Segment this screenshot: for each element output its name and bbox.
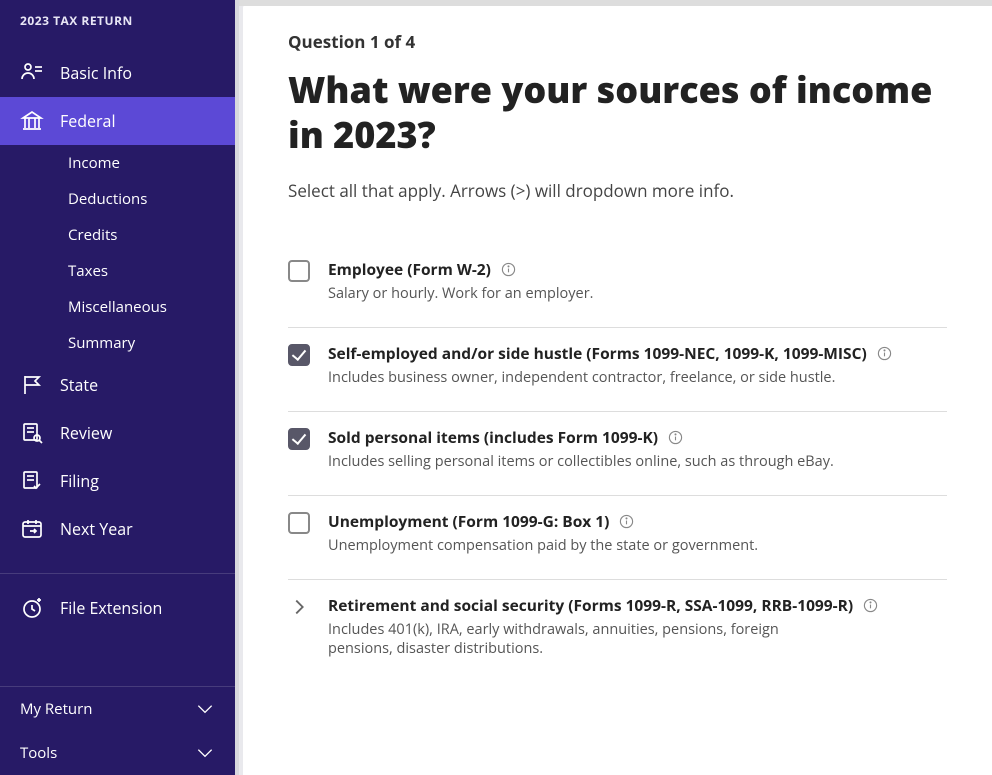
nav-label: Next Year [60, 518, 133, 540]
sidebar-item-state[interactable]: State [0, 361, 235, 409]
option-body: Sold personal items (includes Form 1099-… [328, 426, 947, 471]
subnav-item-income[interactable]: Income [0, 145, 235, 181]
option-body: Unemployment (Form 1099-G: Box 1) Unempl… [328, 510, 947, 555]
sidebar-footer: My Return Tools [0, 686, 235, 775]
nav-label: Federal [60, 110, 115, 132]
info-icon[interactable] [668, 430, 683, 445]
info-icon[interactable] [863, 598, 878, 613]
checkbox[interactable] [288, 260, 310, 282]
nav-label: Review [60, 422, 112, 444]
option-body: Retirement and social security (Forms 10… [328, 594, 947, 658]
sidebar-title: 2023 TAX RETURN [0, 0, 235, 37]
page-title: What were your sources of income in 2023… [288, 67, 947, 157]
calendar-forward-icon [20, 517, 44, 541]
option-label: Sold personal items (includes Form 1099-… [328, 426, 658, 448]
income-source-list: Employee (Form W-2) Salary or hourly. Wo… [288, 244, 947, 682]
option-description: Salary or hourly. Work for an employer. [328, 284, 838, 303]
subnav-item-miscellaneous[interactable]: Miscellaneous [0, 289, 235, 325]
footer-item-my-return[interactable]: My Return [0, 687, 235, 731]
expander-toggle[interactable] [288, 596, 310, 618]
nav-label: Filing [60, 470, 99, 492]
page: Question 1 of 4 What were your sources o… [243, 4, 992, 775]
document-search-icon [20, 421, 44, 445]
option-label: Unemployment (Form 1099-G: Box 1) [328, 510, 609, 532]
subnav-item-summary[interactable]: Summary [0, 325, 235, 361]
sidebar-item-basic-info[interactable]: Basic Info [0, 49, 235, 97]
chevron-down-icon [195, 703, 215, 715]
person-icon [20, 61, 44, 85]
option-body: Self-employed and/or side hustle (Forms … [328, 342, 947, 387]
option-self-employed: Self-employed and/or side hustle (Forms … [288, 328, 947, 412]
option-description: Includes business owner, independent con… [328, 368, 838, 387]
checkbox[interactable] [288, 512, 310, 534]
option-retirement-ss: Retirement and social security (Forms 10… [288, 580, 947, 682]
subnav-item-deductions[interactable]: Deductions [0, 181, 235, 217]
option-sold-personal-items: Sold personal items (includes Form 1099-… [288, 412, 947, 496]
nav-label: Basic Info [60, 62, 132, 84]
checkbox[interactable] [288, 344, 310, 366]
federal-subnav: Income Deductions Credits Taxes Miscella… [0, 145, 235, 361]
option-label: Employee (Form W-2) [328, 258, 491, 280]
footer-label: My Return [20, 699, 92, 719]
subnav-item-credits[interactable]: Credits [0, 217, 235, 253]
flag-icon [20, 373, 44, 397]
option-unemployment: Unemployment (Form 1099-G: Box 1) Unempl… [288, 496, 947, 580]
option-description: Unemployment compensation paid by the st… [328, 536, 838, 555]
sidebar: 2023 TAX RETURN Basic Info [0, 0, 235, 775]
chevron-right-icon [288, 596, 310, 618]
government-building-icon [20, 109, 44, 133]
subnav-item-taxes[interactable]: Taxes [0, 253, 235, 289]
footer-label: Tools [20, 743, 57, 763]
option-description: Includes 401(k), IRA, early withdrawals,… [328, 620, 838, 658]
info-icon[interactable] [619, 514, 634, 529]
option-label: Self-employed and/or side hustle (Forms … [328, 342, 867, 364]
sidebar-item-file-extension[interactable]: File Extension [0, 584, 235, 632]
checkbox[interactable] [288, 428, 310, 450]
sidebar-item-federal[interactable]: Federal [0, 97, 235, 145]
nav-label: File Extension [60, 597, 162, 619]
footer-item-tools[interactable]: Tools [0, 731, 235, 775]
secondary-nav: File Extension [0, 584, 235, 632]
question-progress: Question 1 of 4 [288, 30, 947, 53]
content-area: Question 1 of 4 What were your sources o… [235, 0, 992, 775]
option-label: Retirement and social security (Forms 10… [328, 594, 853, 616]
nav-label: State [60, 374, 98, 396]
info-icon[interactable] [877, 346, 892, 361]
primary-nav: Basic Info Federal Income Deductions Cre… [0, 49, 235, 553]
divider [0, 573, 235, 574]
sidebar-item-review[interactable]: Review [0, 409, 235, 457]
page-hint: Select all that apply. Arrows (>) will d… [288, 179, 947, 202]
sidebar-item-filing[interactable]: Filing [0, 457, 235, 505]
info-icon[interactable] [501, 262, 516, 277]
option-description: Includes selling personal items or colle… [328, 452, 838, 471]
document-check-icon [20, 469, 44, 493]
option-body: Employee (Form W-2) Salary or hourly. Wo… [328, 258, 947, 303]
sidebar-item-next-year[interactable]: Next Year [0, 505, 235, 553]
option-employee: Employee (Form W-2) Salary or hourly. Wo… [288, 244, 947, 328]
chevron-down-icon [195, 747, 215, 759]
clock-plus-icon [20, 596, 44, 620]
